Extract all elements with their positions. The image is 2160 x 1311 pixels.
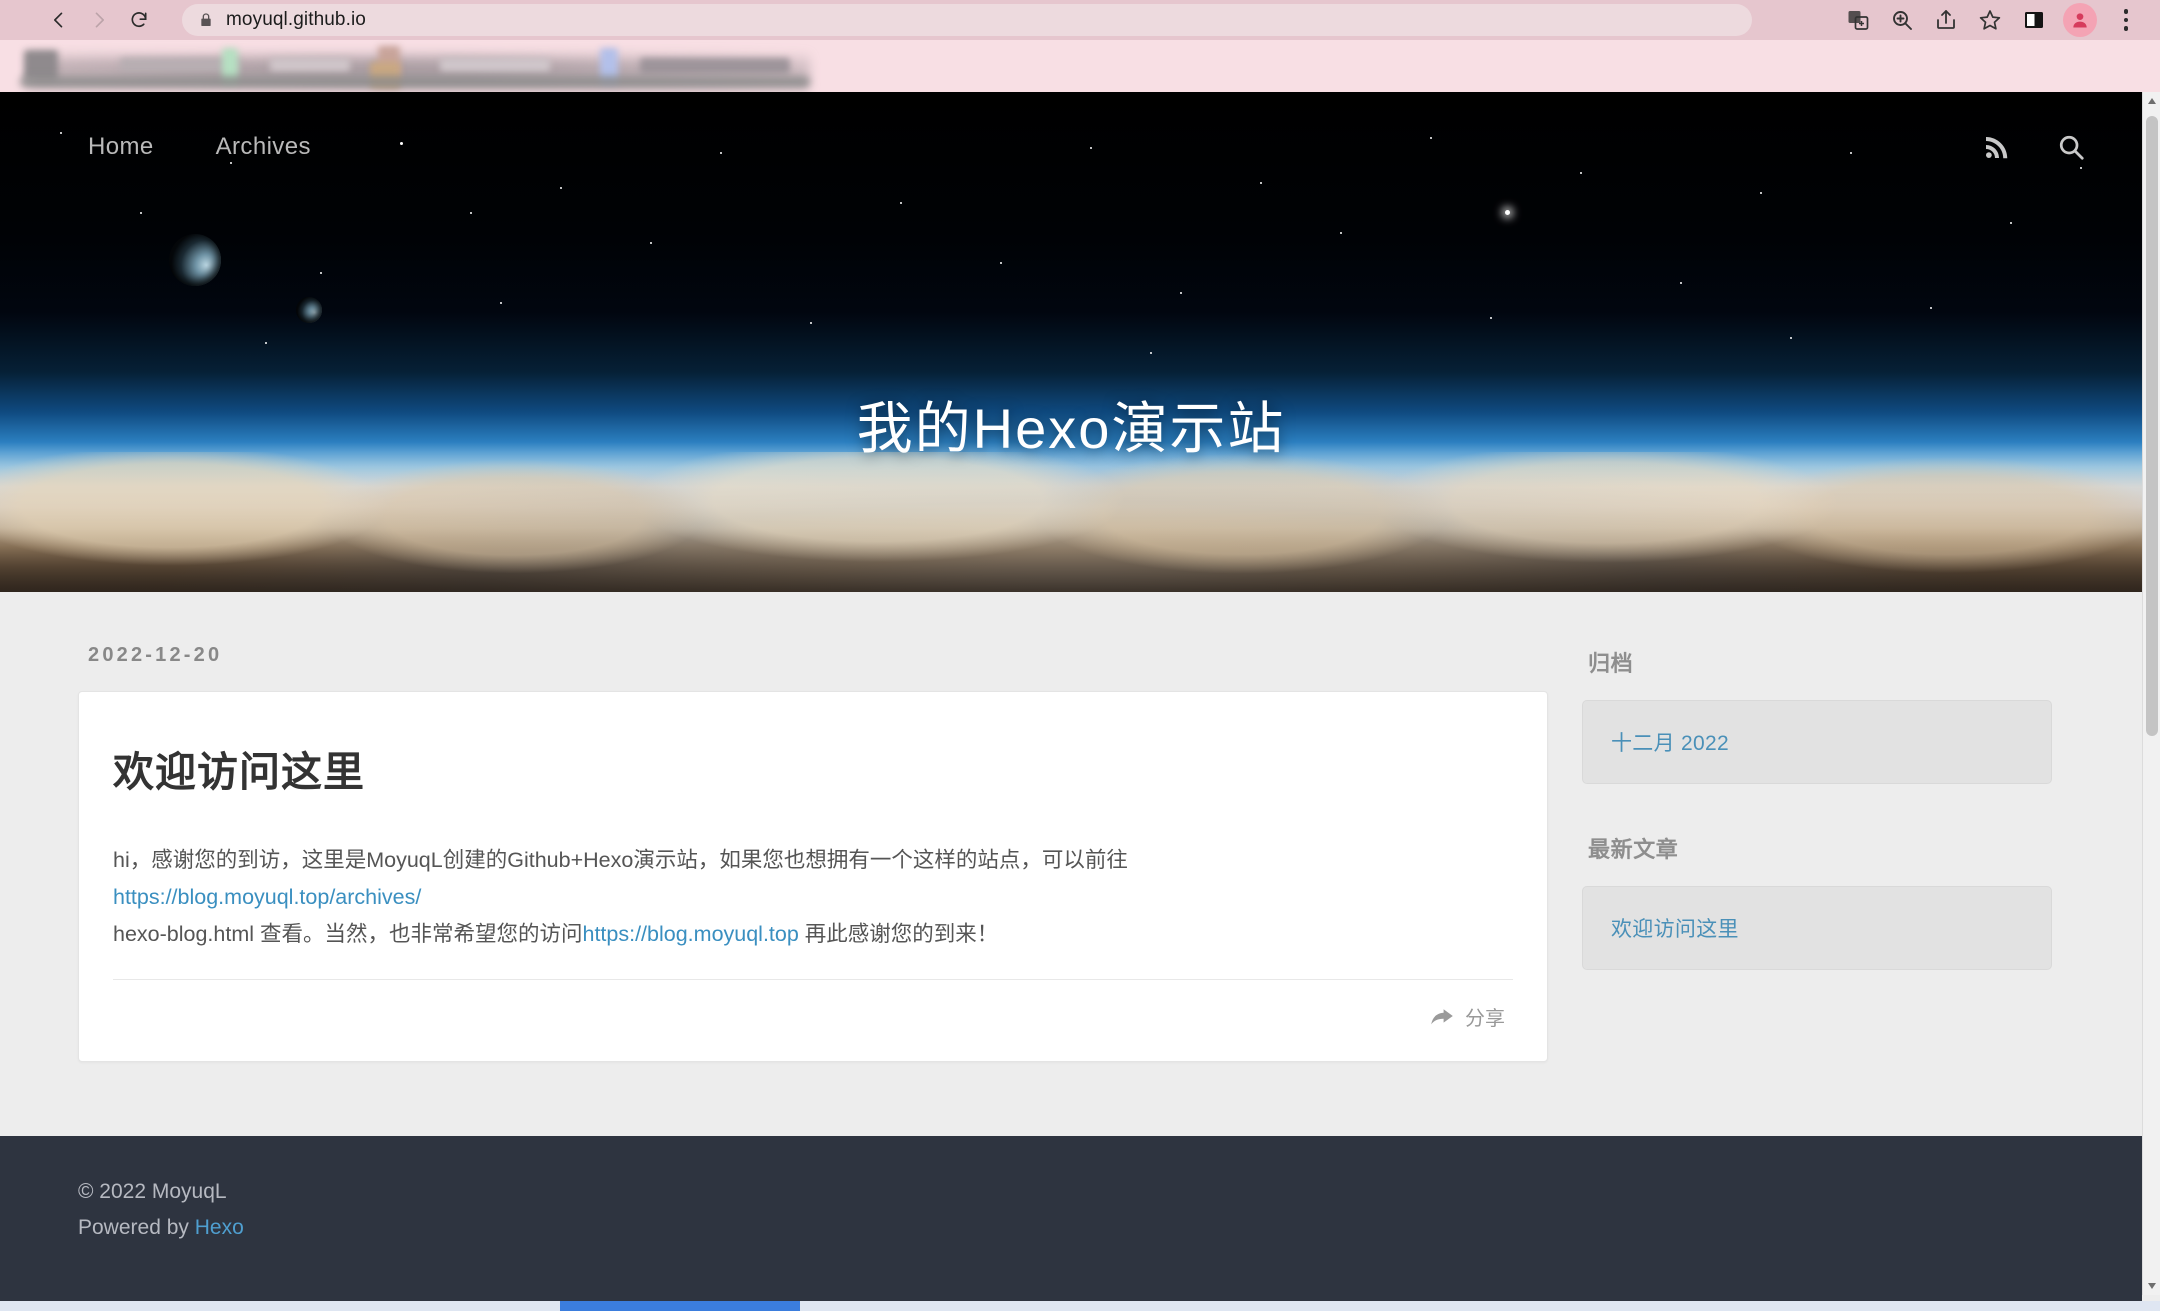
profile-avatar-icon[interactable] <box>2063 3 2097 37</box>
cloud-layer <box>0 452 2142 592</box>
share-icon[interactable] <box>1926 0 1966 40</box>
post-link-blog[interactable]: https://blog.moyuql.top <box>583 922 799 946</box>
three-dot-menu-icon[interactable] <box>2106 0 2146 40</box>
share-arrow-icon <box>1430 1006 1454 1028</box>
bookmark-item[interactable] <box>440 58 550 72</box>
planet-large-icon <box>169 234 221 286</box>
scroll-down-arrow-icon[interactable] <box>2143 1277 2160 1295</box>
site-navigation: Home Archives <box>0 92 2142 202</box>
nav-actions <box>1982 132 2086 162</box>
site-title: 我的Hexo演示站 <box>856 397 1286 460</box>
post-link-archives[interactable]: https://blog.moyuql.top/archives/ <box>113 885 421 909</box>
post-paragraph-part-3: 再此感谢您的到来！ <box>798 922 999 946</box>
search-icon[interactable] <box>2056 132 2086 162</box>
browser-nav-buttons <box>0 3 156 37</box>
footer-copyright: © 2022 MoyuqL <box>78 1180 227 1203</box>
rss-icon[interactable] <box>1982 132 2012 162</box>
post-footer: 分享 <box>113 980 1513 1031</box>
browser-toolbar-actions <box>1838 0 2160 40</box>
lock-icon <box>198 12 214 28</box>
bookmark-item[interactable] <box>640 58 790 74</box>
bookmark-item[interactable] <box>270 58 350 72</box>
forward-arrow-icon[interactable] <box>82 3 116 37</box>
taskbar <box>0 1301 2160 1311</box>
main-column: 2022-12-20 欢迎访问这里 hi，感谢您的到访，这里是MoyuqL创建的… <box>78 644 1548 1136</box>
reload-icon[interactable] <box>122 3 156 37</box>
site-footer: © 2022 MoyuqL Powered by Hexo <box>0 1136 2142 1311</box>
url-text: moyuql.github.io <box>226 9 366 30</box>
post-card: 欢迎访问这里 hi，感谢您的到访，这里是MoyuqL创建的Github+Hexo… <box>78 691 1548 1062</box>
taskbar-active-window[interactable] <box>560 1301 800 1311</box>
footer-powered-prefix: Powered by <box>78 1216 195 1239</box>
post-paragraph-part-1: hi，感谢您的到访，这里是MoyuqL创建的Github+Hexo演示站，如果您… <box>113 848 1128 872</box>
post-body: hi，感谢您的到访，这里是MoyuqL创建的Github+Hexo演示站，如果您… <box>113 842 1513 953</box>
page-scrollbar[interactable] <box>2142 92 2160 1295</box>
nav-link-archives[interactable]: Archives <box>206 127 321 167</box>
zoom-icon[interactable] <box>1882 0 1922 40</box>
bookmarks-redaction-stroke <box>20 76 810 88</box>
post-title[interactable]: 欢迎访问这里 <box>113 738 1513 798</box>
sidebar-item-archive-2022-12[interactable]: 十二月 2022 <box>1611 732 1729 755</box>
bookmark-star-icon[interactable] <box>1970 0 2010 40</box>
page-viewport: Home Archives 我的Hexo演示站 2022-12-20 欢迎访问这… <box>0 92 2160 1311</box>
nav-link-list: Home Archives <box>78 127 321 167</box>
sidebar: 归档 十二月 2022 最新文章 欢迎访问这里 <box>1582 644 2052 1136</box>
nav-link-home[interactable]: Home <box>78 127 164 167</box>
post-paragraph-part-2: hexo-blog.html 查看。当然，也非常希望您的访问 <box>113 922 583 946</box>
bookmarks-bar[interactable] <box>0 40 2160 92</box>
footer-hexo-link[interactable]: Hexo <box>195 1216 244 1239</box>
translate-icon[interactable] <box>1838 0 1878 40</box>
address-bar[interactable]: moyuql.github.io <box>182 4 1752 36</box>
sidebar-item-recent-post[interactable]: 欢迎访问这里 <box>1611 918 1739 941</box>
hero-banner: Home Archives 我的Hexo演示站 <box>0 92 2142 592</box>
content-area: 2022-12-20 欢迎访问这里 hi，感谢您的到访，这里是MoyuqL创建的… <box>0 592 2142 1136</box>
sidebar-heading-archives: 归档 <box>1588 651 1634 676</box>
share-button[interactable]: 分享 <box>1430 1002 1505 1031</box>
footer-powered-by: Powered by Hexo <box>78 1210 2142 1246</box>
browser-toolbar: moyuql.github.io <box>0 0 2160 40</box>
planet-small-icon <box>296 297 322 323</box>
sidebar-box-recent-posts: 欢迎访问这里 <box>1582 886 2052 970</box>
scrollbar-thumb[interactable] <box>2146 116 2158 736</box>
post-date: 2022-12-20 <box>88 644 223 666</box>
share-label: 分享 <box>1465 1008 1505 1030</box>
side-panel-icon[interactable] <box>2014 0 2054 40</box>
back-arrow-icon[interactable] <box>42 3 76 37</box>
scroll-up-arrow-icon[interactable] <box>2143 92 2160 110</box>
sidebar-heading-recent-posts: 最新文章 <box>1588 837 1679 862</box>
sidebar-box-archives: 十二月 2022 <box>1582 700 2052 784</box>
